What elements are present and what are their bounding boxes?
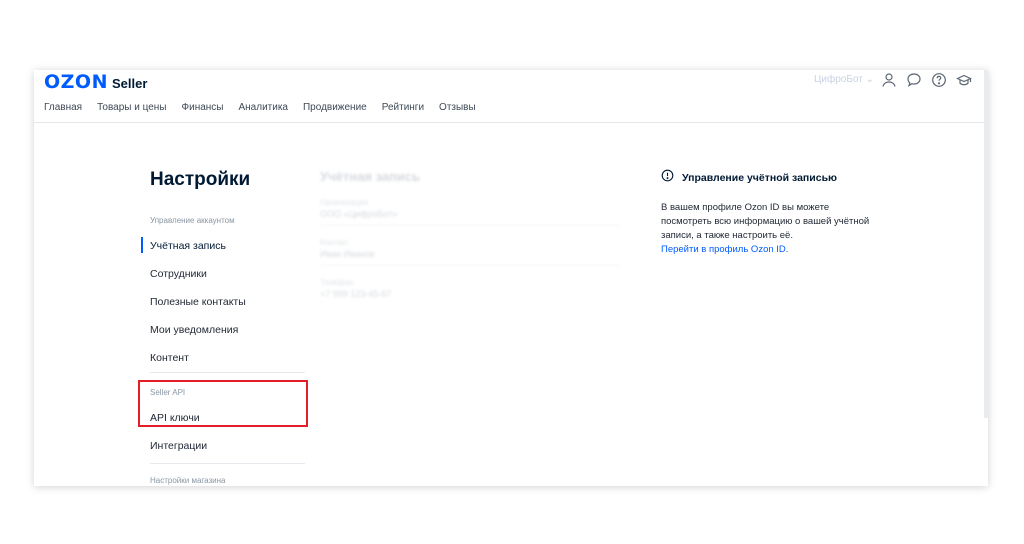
nav-finance[interactable]: Финансы xyxy=(182,102,224,113)
nav-analytics[interactable]: Аналитика xyxy=(238,102,288,113)
help-icon[interactable] xyxy=(930,71,948,89)
info-icon xyxy=(661,169,674,187)
ozon-seller-logo[interactable]: OZON Seller xyxy=(44,71,147,93)
nav-reviews[interactable]: Отзывы xyxy=(439,102,476,113)
sidebar-item-account[interactable]: Учётная запись xyxy=(150,240,226,252)
user-icon[interactable] xyxy=(880,71,898,89)
sidebar-item-contacts[interactable]: Полезные контакты xyxy=(150,296,246,308)
active-item-indicator xyxy=(141,237,143,253)
ozon-id-profile-link[interactable]: Перейти в профиль Ozon ID. xyxy=(661,243,881,257)
api-section-highlight xyxy=(138,380,308,427)
field-label: Телефон xyxy=(320,278,354,287)
education-icon[interactable] xyxy=(955,71,973,89)
group-account-management: Управление аккаунтом xyxy=(150,216,235,225)
sidebar-divider xyxy=(150,463,305,464)
nav-ratings[interactable]: Рейтинги xyxy=(382,102,424,113)
field-value: Иван Иванов xyxy=(320,249,375,259)
app-window: OZON Seller ЦифроБот ⌄ Главная Товары и … xyxy=(34,70,988,486)
account-field: Телефон +7 999 123-45-67 xyxy=(320,278,620,305)
info-header: Управление учётной записью xyxy=(661,169,881,187)
scrollbar[interactable] xyxy=(984,70,988,418)
group-shop-settings: Настройки магазина xyxy=(150,476,226,485)
field-label: Контакт xyxy=(320,238,349,247)
sidebar-item-content[interactable]: Контент xyxy=(150,352,189,364)
top-bar: OZON Seller ЦифроБот ⌄ Главная Товары и … xyxy=(34,70,988,123)
chat-icon[interactable] xyxy=(905,71,923,89)
shop-selector[interactable]: ЦифроБот ⌄ xyxy=(814,74,874,85)
sidebar-divider xyxy=(150,372,305,373)
sidebar-item-integrations[interactable]: Интеграции xyxy=(150,440,207,452)
account-title: Учётная запись xyxy=(320,169,421,184)
logo-product: Seller xyxy=(111,76,148,91)
account-field: Контакт Иван Иванов xyxy=(320,238,620,266)
logo-brand: OZON xyxy=(44,71,108,93)
page-title: Настройки xyxy=(150,169,251,190)
field-value: +7 999 123-45-67 xyxy=(320,289,392,299)
info-text: В вашем профиле Ozon ID вы можете посмот… xyxy=(661,202,870,241)
info-title: Управление учётной записью xyxy=(682,172,837,184)
nav-promotion[interactable]: Продвижение xyxy=(303,102,367,113)
account-section: Учётная запись Организация ООО «ЦифроБот… xyxy=(320,169,620,317)
field-value: ООО «ЦифроБот» xyxy=(320,209,398,219)
nav-products[interactable]: Товары и цены xyxy=(97,102,166,113)
info-panel: Управление учётной записью В вашем профи… xyxy=(661,169,881,257)
field-label: Организация xyxy=(320,198,369,207)
nav-home[interactable]: Главная xyxy=(44,102,82,113)
sidebar-item-employees[interactable]: Сотрудники xyxy=(150,268,207,280)
top-icons xyxy=(880,71,973,89)
account-field: Организация ООО «ЦифроБот» xyxy=(320,198,620,226)
sidebar-item-notifications[interactable]: Мои уведомления xyxy=(150,324,238,336)
main-nav: Главная Товары и цены Финансы Аналитика … xyxy=(44,102,476,113)
